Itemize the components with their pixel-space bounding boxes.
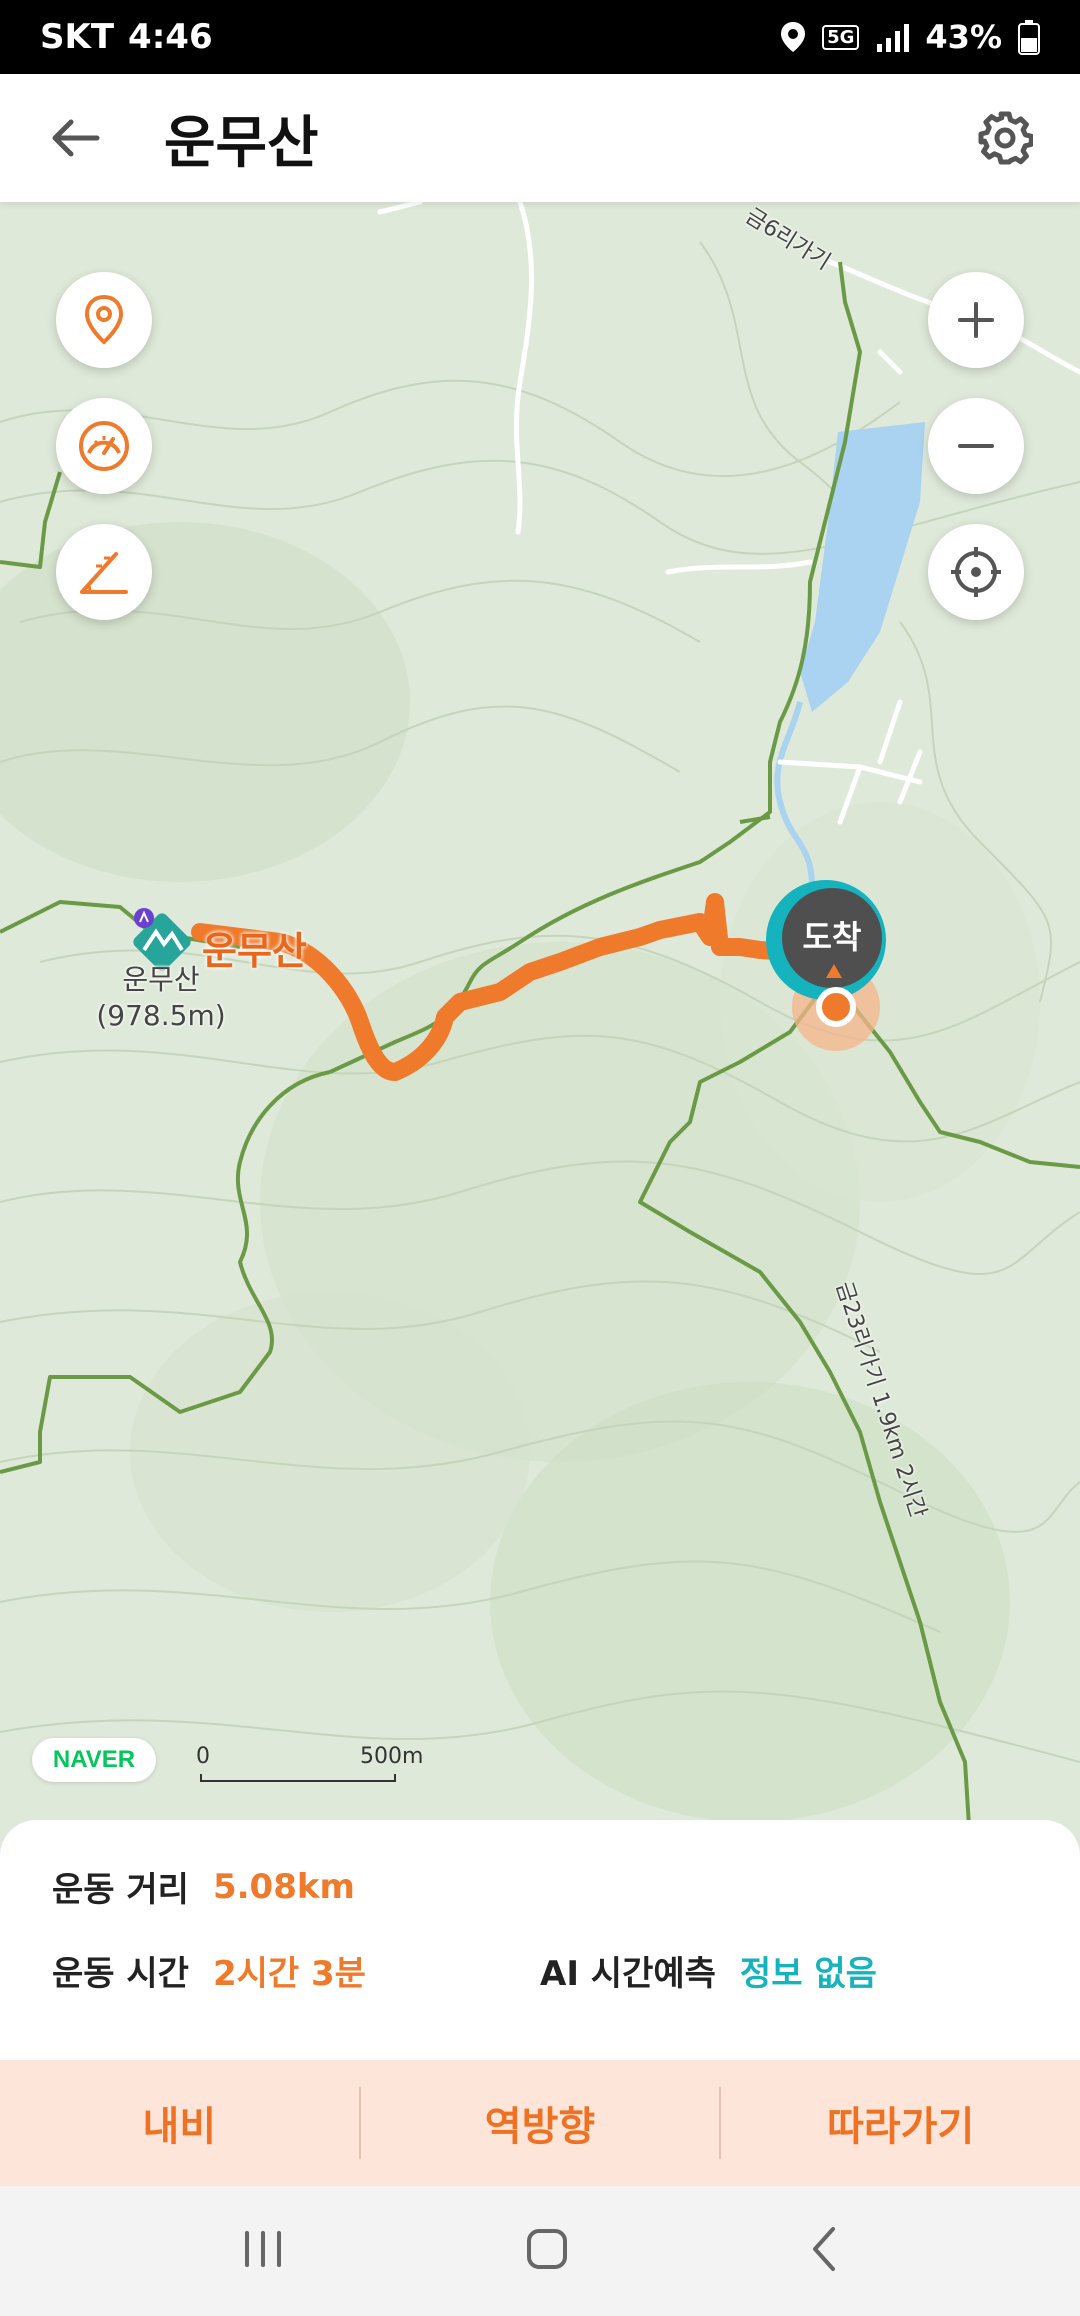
slope-icon [80,552,128,594]
follow-button[interactable]: 따라가기 [721,2094,1080,2152]
home-button[interactable] [525,2227,569,2275]
scale-bar [200,1774,396,1782]
scale-end: 500m [360,1744,424,1769]
page-title: 운무산 [164,110,319,176]
system-nav-bar [0,2186,1080,2316]
slope-button[interactable] [56,524,152,620]
location-status-icon [781,22,806,52]
clock: 4:46 [128,17,213,57]
ai-prediction-label: AI 시간예측 [540,1954,716,1994]
naver-logo: NAVER [32,1738,156,1782]
distance-value: 5.08km [212,1866,355,1907]
settings-button[interactable] [970,103,1040,173]
ai-prediction-row: AI 시간예측 정보 없음 [540,1946,877,1995]
time-label: 운동 시간 [52,1954,189,1994]
status-bar: SKT 4:46 5G 43% [0,0,1080,74]
battery-icon [1018,20,1040,55]
arrow-left-icon [52,119,100,157]
scale-start: 0 [196,1744,210,1769]
map-view[interactable]: 운무산 운무산 (978.5m) 도착 금6리가기 금23리가기 1.9km 2… [0,202,1080,1852]
recent-apps-icon [245,2231,281,2267]
peak-info-label: 운무산 (978.5m) [96,962,226,1034]
location-pin-button[interactable] [56,272,152,368]
carrier-label: SKT [40,17,115,57]
navi-button[interactable]: 내비 [0,2094,359,2152]
distance-label: 운동 거리 [52,1870,189,1910]
gear-icon [978,111,1033,165]
stats-panel: 운동 거리 5.08km 운동 시간 2시간 3분 AI 시간예측 정보 없음 [0,1820,1080,2060]
reverse-button[interactable]: 역방향 [361,2094,720,2152]
distance-row: 운동 거리 5.08km [52,1862,355,1911]
map-scale: 0 500m [196,1744,423,1782]
action-bar: 내비 역방향 따라가기 [0,2060,1080,2186]
speedometer-icon [79,421,129,471]
back-button[interactable] [40,103,110,173]
zoom-out-button[interactable] [928,398,1024,494]
recent-apps-button[interactable] [239,2229,287,2273]
ai-prediction-value: 정보 없음 [739,1954,877,1994]
network-type: 5G [822,24,860,50]
location-pin-icon [84,294,124,345]
peak-label: 운무산 [122,963,200,996]
speedometer-button[interactable] [56,398,152,494]
zoom-in-button[interactable] [928,272,1024,368]
zoom-in-icon [958,302,994,338]
peak-elevation: (978.5m) [96,999,226,1032]
system-back-button[interactable] [807,2225,841,2277]
time-value: 2시간 3분 [212,1954,366,1994]
zoom-out-icon [958,444,994,448]
signal-icon [877,24,910,52]
time-row: 운동 시간 2시간 3분 [52,1946,366,1995]
app-header: 운무산 [0,74,1080,202]
home-icon [527,2229,567,2269]
current-location-button[interactable] [928,524,1024,620]
crosshair-icon [951,547,1001,597]
arrival-label: 도착 [802,918,862,956]
battery-percent: 43% [925,18,1002,56]
back-icon [813,2227,835,2271]
